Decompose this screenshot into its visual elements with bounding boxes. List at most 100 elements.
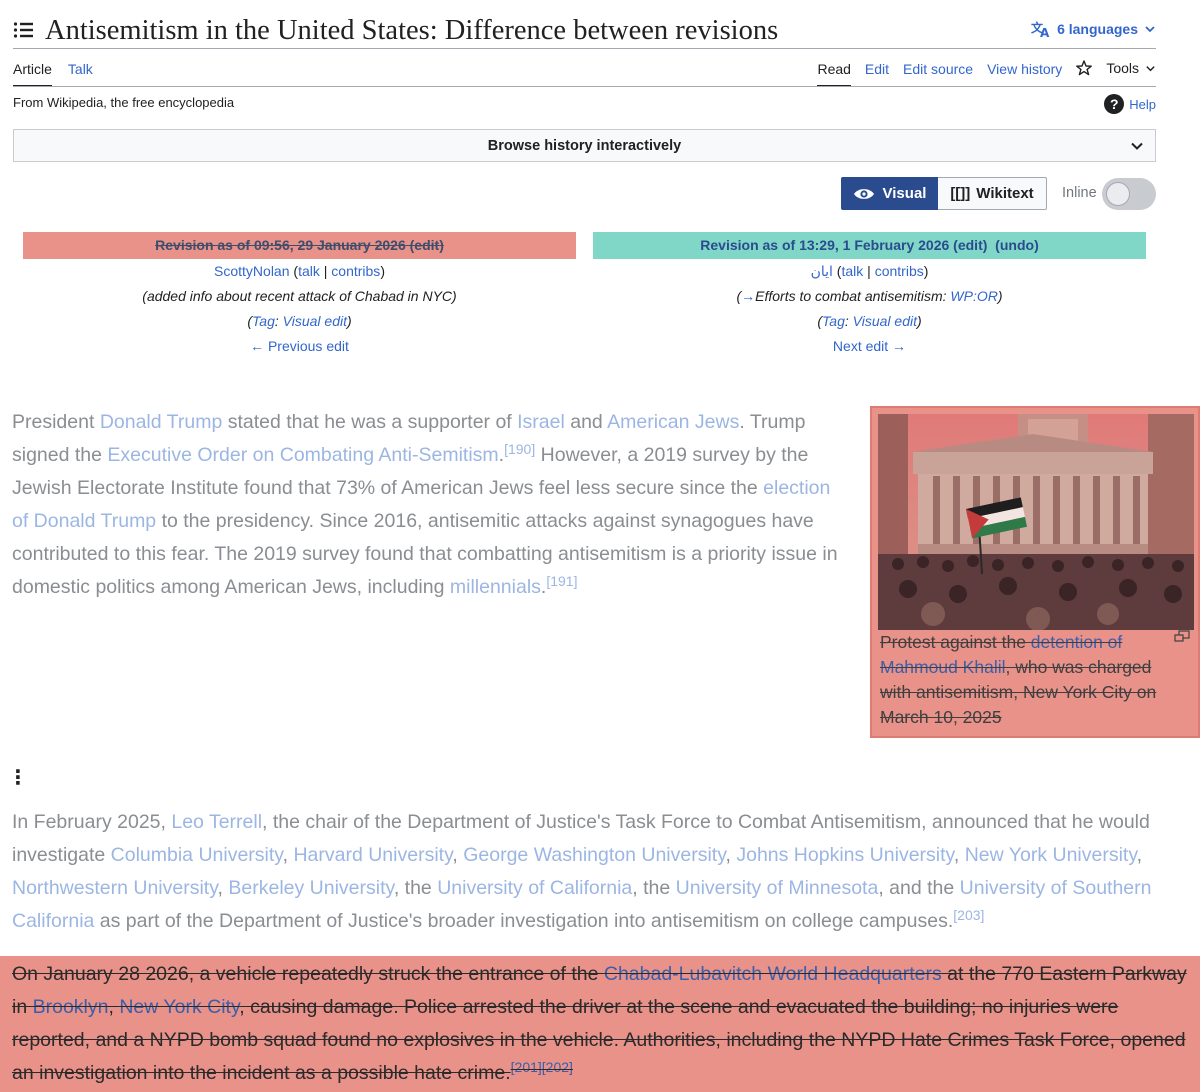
link-brooklyn[interactable]: Brooklyn: [33, 996, 109, 1018]
tab-read[interactable]: Read: [817, 60, 851, 87]
tab-edit-source[interactable]: Edit source: [903, 60, 973, 87]
link-university-of-california[interactable]: University of California: [437, 877, 632, 899]
text: , the: [393, 877, 438, 899]
link-new-york-university[interactable]: New York University: [965, 844, 1137, 866]
namespace-tabs: Article Talk: [13, 60, 93, 87]
page-title: Antisemitism in the United States: Diffe…: [45, 15, 779, 46]
reference-link[interactable]: [190]: [504, 441, 535, 457]
text: stated that he was a supporter of: [222, 411, 518, 433]
link-george-washington-university[interactable]: George Washington University: [463, 844, 725, 866]
star-icon[interactable]: [1076, 60, 1093, 76]
wikitext-label: Wikitext: [976, 185, 1034, 202]
collapsed-context-ellipsis[interactable]: ⋮: [8, 765, 28, 790]
new-revision-tag: (Tag: Visual edit): [817, 313, 922, 329]
inline-label: Inline: [1062, 185, 1097, 201]
new-revision-section: Efforts to combat antisemitism: [755, 288, 943, 304]
new-revision-section-arrow[interactable]: →: [741, 288, 755, 304]
wikitext-diff-button[interactable]: [[]] Wikitext: [938, 177, 1047, 210]
reference: [203]: [953, 907, 984, 923]
translate-icon: 文 A: [1031, 20, 1050, 38]
old-revision-tag: (Tag: Visual edit): [247, 313, 352, 329]
new-revision-heading: Revision as of 13:29, 1 February 2026: [700, 237, 950, 253]
deleted-thumbnail: Protest against the detention of Mahmoud…: [870, 406, 1200, 738]
chevron-down-icon: [1146, 65, 1155, 71]
old-revision-edit-link[interactable]: edit: [414, 237, 439, 253]
reference-link[interactable]: [203]: [953, 907, 984, 923]
title-divider: [13, 48, 1156, 49]
link-university-of-minnesota[interactable]: University of Minnesota: [676, 877, 879, 899]
reference: [191]: [546, 573, 577, 589]
help-link[interactable]: ? Help: [1104, 94, 1156, 114]
link-berkeley-university[interactable]: Berkeley University: [228, 877, 393, 899]
old-revision-contribs[interactable]: contribs: [331, 263, 380, 279]
old-revision-tag-label[interactable]: Tag: [252, 313, 275, 329]
next-edit-link[interactable]: Next edit →: [833, 338, 906, 354]
old-revision-talk[interactable]: talk: [298, 263, 320, 279]
new-revision-contribs[interactable]: contribs: [875, 263, 924, 279]
diff-mode-toggle: Visual [[]] Wikitext: [841, 177, 1047, 210]
new-revision-tag-value[interactable]: Visual edit: [853, 313, 917, 329]
text: as part of the Department of Justice's b…: [94, 910, 954, 932]
new-revision-header: Revision as of 13:29, 1 February 2026 (e…: [593, 232, 1146, 359]
new-revision-undo-link[interactable]: undo: [1000, 237, 1034, 253]
menu-icon[interactable]: [13, 21, 33, 39]
new-revision-title: Revision as of 13:29, 1 February 2026 (e…: [593, 232, 1146, 259]
old-revision-user[interactable]: ScottyNolan: [214, 263, 289, 279]
link-northwestern-university[interactable]: Northwestern University: [12, 877, 218, 899]
help-icon: ?: [1104, 94, 1125, 114]
text: ,: [452, 844, 464, 866]
tools-menu[interactable]: Tools: [1106, 60, 1156, 76]
link-donald-trump[interactable]: Donald Trump: [100, 411, 222, 433]
reference: [201][202]: [511, 1059, 573, 1075]
link-leo-terrell[interactable]: Leo Terrell: [171, 811, 262, 833]
languages-button[interactable]: 文 A 6 languages: [1031, 20, 1156, 38]
caption-text: Protest against the: [880, 632, 1031, 652]
text: ,: [725, 844, 737, 866]
visual-diff-button[interactable]: Visual: [841, 177, 938, 210]
inline-toggle-switch[interactable]: [1102, 178, 1156, 210]
tab-article[interactable]: Article: [13, 60, 52, 87]
browse-history-bar[interactable]: Browse history interactively: [13, 129, 1156, 162]
reference-link[interactable]: [201]: [511, 1059, 542, 1075]
tab-view-history[interactable]: View history: [987, 60, 1062, 87]
new-revision-talk[interactable]: talk: [841, 263, 863, 279]
new-revision-user[interactable]: ایان: [811, 263, 833, 279]
link-new-york-city[interactable]: New York City: [119, 996, 239, 1018]
link-millennials[interactable]: millennials: [450, 576, 541, 598]
tab-edit[interactable]: Edit: [865, 60, 889, 87]
text: In February 2025,: [12, 811, 172, 833]
old-revision-user-line: ScottyNolan (talk | contribs): [214, 263, 385, 279]
text: ,: [108, 996, 120, 1018]
link-harvard-university[interactable]: Harvard University: [293, 844, 452, 866]
tab-talk[interactable]: Talk: [68, 60, 93, 87]
context-paragraph-1: President Donald Trump stated that he wa…: [12, 406, 848, 604]
link-israel[interactable]: Israel: [517, 411, 565, 433]
reference-link[interactable]: [191]: [546, 573, 577, 589]
old-revision-title: Revision as of 09:56, 29 January 2026 (e…: [23, 232, 576, 259]
switch-knob: [1106, 182, 1130, 206]
link-columbia-university[interactable]: Columbia University: [111, 844, 283, 866]
reference: [190]: [504, 441, 535, 457]
new-revision-edit-link[interactable]: edit: [958, 237, 983, 253]
link-johns-hopkins-university[interactable]: Johns Hopkins University: [736, 844, 953, 866]
text: , the: [632, 877, 676, 899]
old-revision-header: Revision as of 09:56, 29 January 2026 (e…: [23, 232, 576, 359]
reference-link[interactable]: [202]: [542, 1059, 573, 1075]
previous-edit-link[interactable]: ← Previous edit: [250, 338, 349, 354]
protest-photo[interactable]: [878, 414, 1194, 630]
link-chabad-headquarters[interactable]: Chabad-Lubavitch World Headquarters: [604, 963, 942, 985]
text: President: [12, 411, 100, 433]
new-revision-user-line: ایان (talk | contribs): [810, 263, 929, 279]
text: On January 28 2026, a vehicle repeatedly…: [12, 963, 604, 985]
new-revision-summary-link[interactable]: WP:OR: [950, 288, 997, 304]
text: ,: [217, 877, 229, 899]
chevron-down-icon: [1131, 142, 1143, 150]
help-label: Help: [1129, 96, 1156, 112]
tabs-divider: [13, 86, 1156, 87]
old-revision-tag-value[interactable]: Visual edit: [283, 313, 347, 329]
browse-history-label: Browse history interactively: [487, 137, 682, 154]
new-revision-tag-label[interactable]: Tag: [822, 313, 845, 329]
link-american-jews[interactable]: American Jews: [607, 411, 739, 433]
old-revision-heading: Revision as of 09:56, 29 January 2026: [155, 237, 406, 253]
link-executive-order[interactable]: Executive Order on Combating Anti-Semiti…: [107, 444, 498, 466]
